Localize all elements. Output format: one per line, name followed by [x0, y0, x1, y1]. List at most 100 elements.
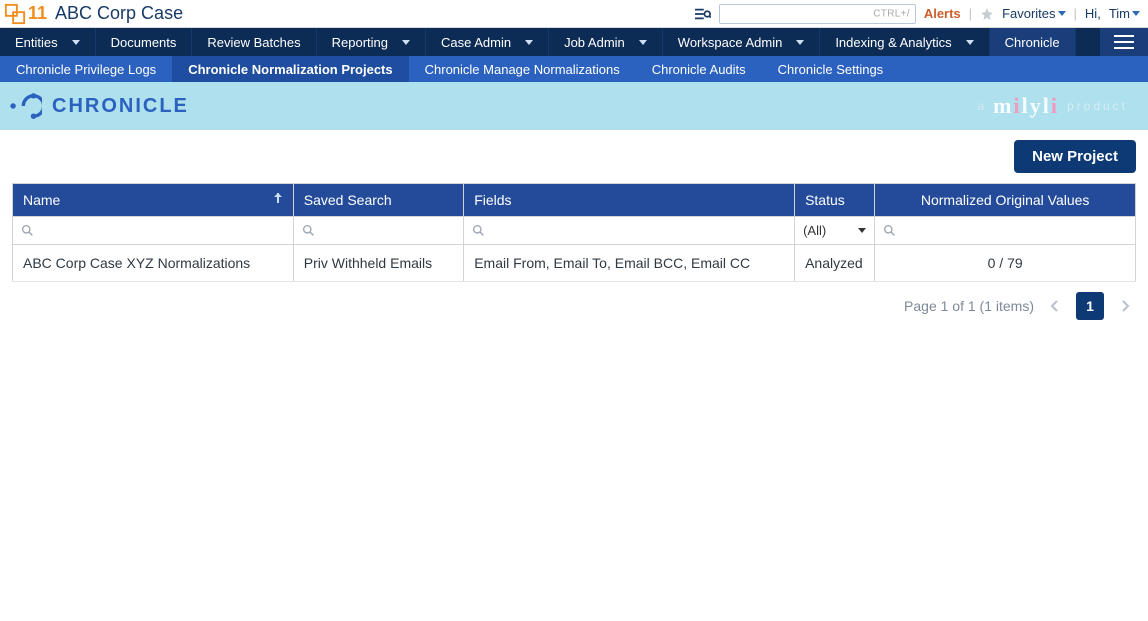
content-area: New Project Name Saved Search Fields Sta…	[0, 130, 1148, 330]
filter-status-value: (All)	[803, 223, 826, 238]
chevron-down-icon	[1058, 11, 1066, 16]
cell-fields: Email From, Email To, Email BCC, Email C…	[464, 245, 795, 282]
cell-name: ABC Corp Case XYZ Normalizations	[13, 245, 294, 282]
nav-review-batches[interactable]: Review Batches	[192, 28, 316, 56]
chronicle-banner: CHRONICLE a milyli product	[0, 82, 1148, 130]
col-label: Name	[23, 192, 60, 208]
page-next[interactable]	[1114, 295, 1136, 317]
nav-label: Indexing & Analytics	[835, 35, 951, 50]
col-header-nov[interactable]: Normalized Original Values	[875, 184, 1136, 217]
chevron-down-icon	[402, 40, 410, 45]
nav-entities[interactable]: Entities	[0, 28, 96, 56]
relativity-icon	[4, 3, 26, 25]
page-prev[interactable]	[1044, 295, 1066, 317]
filter-fields[interactable]	[472, 223, 786, 238]
divider: |	[1074, 6, 1077, 21]
chevron-down-icon	[966, 40, 974, 45]
filter-nov[interactable]	[883, 223, 1127, 238]
col-header-status[interactable]: Status	[795, 184, 875, 217]
alerts-link[interactable]: Alerts	[924, 6, 961, 21]
col-header-name[interactable]: Name	[13, 184, 294, 217]
col-header-fields[interactable]: Fields	[464, 184, 795, 217]
nav-label: Case Admin	[441, 35, 511, 50]
pagination: Page 1 of 1 (1 items) 1	[12, 292, 1136, 320]
filter-saved-search[interactable]	[302, 223, 455, 238]
search-icon	[472, 224, 485, 237]
cell-status: Analyzed	[795, 245, 875, 282]
chevron-right-icon	[1120, 299, 1130, 313]
nav-documents[interactable]: Documents	[96, 28, 193, 56]
chronicle-brand: CHRONICLE	[8, 89, 189, 123]
chronicle-logo-icon	[8, 89, 42, 123]
chevron-left-icon	[1050, 299, 1060, 313]
projects-table: Name Saved Search Fields Status Normaliz…	[12, 183, 1136, 282]
nav-label: Workspace Admin	[678, 35, 783, 50]
search-icon	[21, 224, 34, 237]
nav-chronicle[interactable]: Chronicle	[990, 28, 1076, 56]
nav-label: Reporting	[332, 35, 388, 50]
col-header-saved-search[interactable]: Saved Search	[293, 184, 463, 217]
chevron-down-icon	[525, 40, 533, 45]
cell-saved-search: Priv Withheld Emails	[293, 245, 463, 282]
quick-search-icon[interactable]	[693, 7, 711, 21]
chevron-down-icon	[72, 40, 80, 45]
user-menu[interactable]: Tim	[1109, 6, 1140, 21]
app-logo[interactable]: 11	[4, 3, 47, 25]
filter-saved-search-input[interactable]	[321, 223, 455, 238]
table-row[interactable]: ABC Corp Case XYZ Normalizations Priv Wi…	[13, 245, 1136, 282]
subnav-manage-normalizations[interactable]: Chronicle Manage Normalizations	[409, 56, 636, 82]
favorites-label: Favorites	[1002, 6, 1055, 21]
nav-case-admin[interactable]: Case Admin	[426, 28, 549, 56]
filter-nov-input[interactable]	[902, 223, 1127, 238]
logo-number: 11	[28, 3, 47, 24]
nav-workspace-admin[interactable]: Workspace Admin	[663, 28, 821, 56]
greeting: Hi,	[1085, 6, 1101, 21]
subnav-normalization-projects[interactable]: Chronicle Normalization Projects	[172, 56, 408, 82]
search-icon	[302, 224, 315, 237]
nav-job-admin[interactable]: Job Admin	[549, 28, 663, 56]
global-search: CTRL+/	[719, 4, 916, 24]
user-name: Tim	[1109, 6, 1130, 21]
chevron-down-icon	[1132, 11, 1140, 16]
subnav-audits[interactable]: Chronicle Audits	[636, 56, 762, 82]
chevron-down-icon	[639, 40, 647, 45]
nav-label: Documents	[111, 35, 177, 50]
nav-label: Entities	[15, 35, 58, 50]
filter-fields-input[interactable]	[491, 223, 786, 238]
nav-label: Job Admin	[564, 35, 625, 50]
chronicle-word: CHRONICLE	[52, 95, 189, 118]
divider: |	[969, 6, 972, 21]
star-icon[interactable]	[980, 7, 994, 21]
secondary-nav: Chronicle Privilege Logs Chronicle Norma…	[0, 56, 1148, 82]
subnav-settings[interactable]: Chronicle Settings	[762, 56, 900, 82]
chevron-down-icon	[796, 40, 804, 45]
nav-label: Chronicle	[1005, 35, 1060, 50]
new-project-button[interactable]: New Project	[1014, 140, 1136, 173]
hamburger-icon	[1114, 35, 1134, 49]
primary-nav: Entities Documents Review Batches Report…	[0, 28, 1148, 56]
a-text: a	[977, 99, 985, 113]
hamburger-menu[interactable]	[1100, 28, 1148, 56]
actions-row: New Project	[12, 140, 1136, 173]
filter-name[interactable]	[21, 223, 285, 238]
cell-nov: 0 / 79	[875, 245, 1136, 282]
sort-asc-icon	[273, 192, 283, 204]
search-shortcut: CTRL+/	[873, 8, 910, 19]
favorites-link[interactable]: Favorites	[1002, 6, 1065, 21]
page-number-current[interactable]: 1	[1076, 292, 1104, 320]
filter-status[interactable]: (All)	[803, 223, 866, 238]
filter-row: (All)	[13, 217, 1136, 245]
nav-reporting[interactable]: Reporting	[317, 28, 426, 56]
subnav-privilege-logs[interactable]: Chronicle Privilege Logs	[0, 56, 172, 82]
search-icon	[883, 224, 896, 237]
case-title: ABC Corp Case	[55, 3, 183, 24]
nav-indexing-analytics[interactable]: Indexing & Analytics	[820, 28, 989, 56]
pagination-summary: Page 1 of 1 (1 items)	[904, 298, 1034, 314]
product-word: product	[1067, 99, 1128, 113]
topbar: 11 ABC Corp Case CTRL+/ Alerts | Favorit…	[0, 0, 1148, 28]
filter-name-input[interactable]	[40, 223, 285, 238]
nav-label: Review Batches	[207, 35, 300, 50]
milyli-brand: a milyli product	[977, 93, 1128, 119]
caret-down-icon	[858, 228, 866, 233]
milyli-word: milyli	[993, 93, 1059, 119]
